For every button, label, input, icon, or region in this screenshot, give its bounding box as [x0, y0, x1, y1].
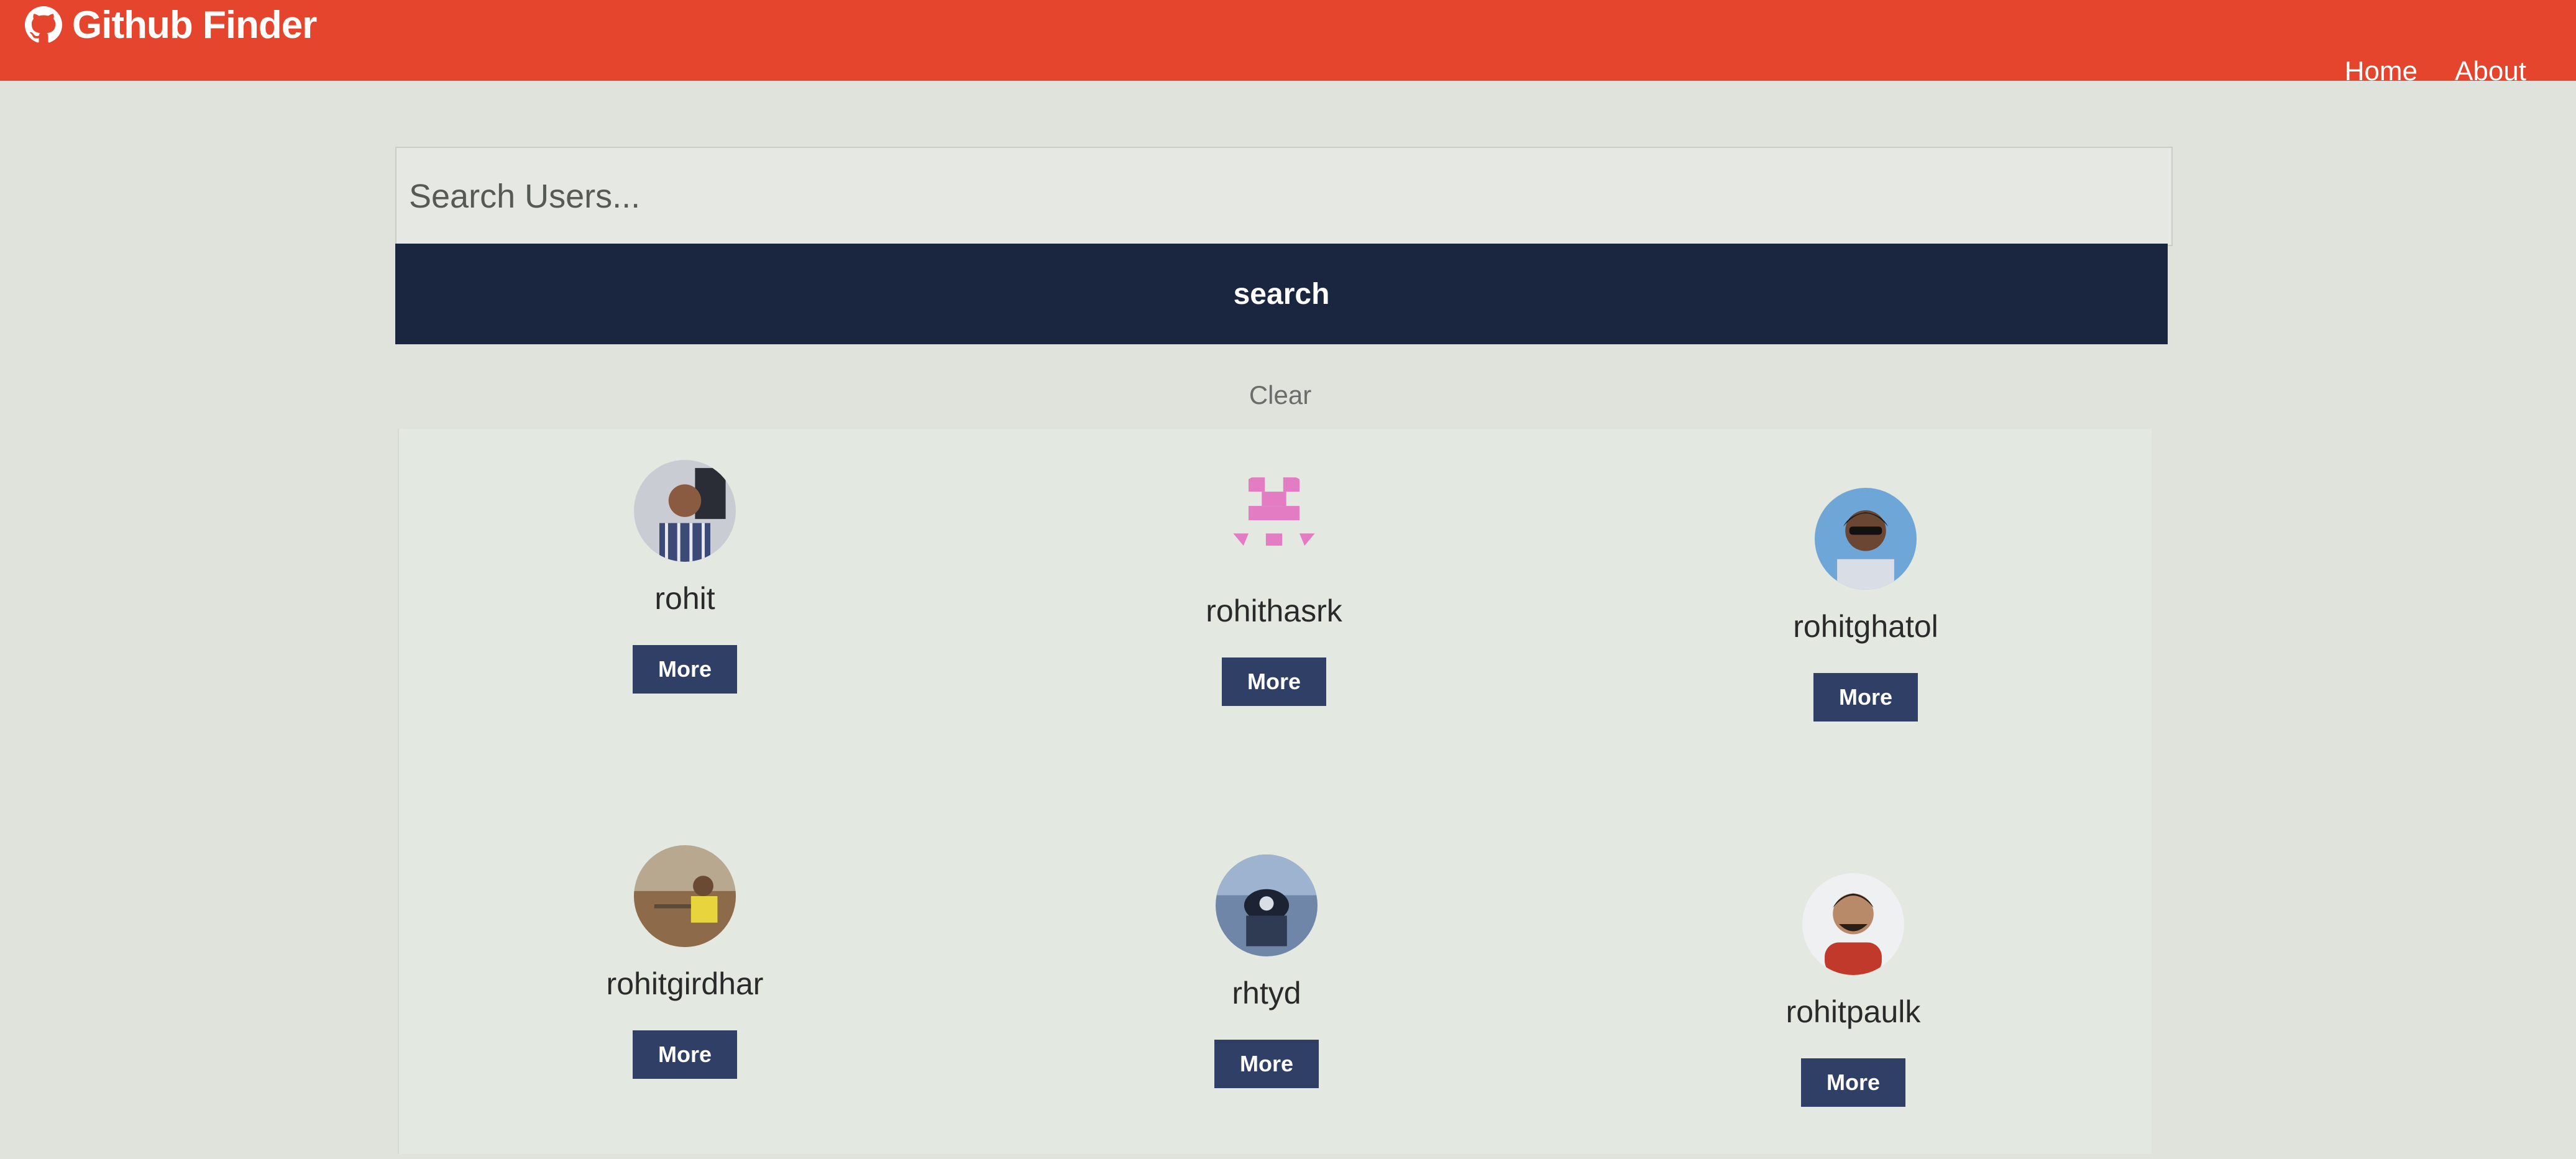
avatar: [1815, 488, 1917, 590]
nav-links: Home About: [2345, 56, 2526, 87]
nav-link-about[interactable]: About: [2455, 56, 2526, 87]
avatar: [634, 460, 736, 562]
more-button[interactable]: More: [1222, 657, 1326, 706]
more-button[interactable]: More: [1214, 1040, 1319, 1088]
user-login: rohitghatol: [1793, 609, 1938, 644]
user-login: rohitpaulk: [1785, 994, 1921, 1029]
more-button[interactable]: More: [633, 1030, 737, 1079]
avatar: [1223, 472, 1325, 574]
avatar: [1802, 873, 1904, 975]
user-card: rohitgirdhar More: [529, 845, 840, 1131]
user-card: rohitghatol More: [1710, 488, 2021, 774]
more-button[interactable]: More: [1813, 673, 1918, 722]
user-login: rohitgirdhar: [606, 966, 764, 1001]
search-button[interactable]: search: [395, 244, 2168, 344]
users-grid: rohit More rohithasrk More rohitghatol M…: [398, 429, 2152, 1154]
navbar: Github Finder Home About: [0, 0, 2576, 86]
brand-title: Github Finder: [72, 3, 317, 47]
user-card: rohit More: [529, 460, 840, 746]
avatar: [634, 845, 736, 947]
user-card: rohitpaulk More: [1698, 873, 2009, 1159]
user-login: rhtyd: [1232, 976, 1301, 1010]
brand[interactable]: Github Finder: [25, 2, 317, 47]
avatar: [1216, 854, 1318, 956]
nav-link-home[interactable]: Home: [2345, 56, 2418, 87]
search-input[interactable]: [395, 147, 2173, 246]
user-login: rohit: [654, 581, 715, 616]
user-card: rhtyd More: [1111, 854, 1422, 1140]
more-button[interactable]: More: [633, 645, 737, 694]
clear-button[interactable]: Clear: [1199, 370, 1361, 420]
more-button[interactable]: More: [1801, 1058, 1905, 1107]
user-login: rohithasrk: [1206, 593, 1342, 628]
user-card: rohithasrk More: [1119, 472, 1429, 758]
github-icon: [25, 6, 62, 44]
